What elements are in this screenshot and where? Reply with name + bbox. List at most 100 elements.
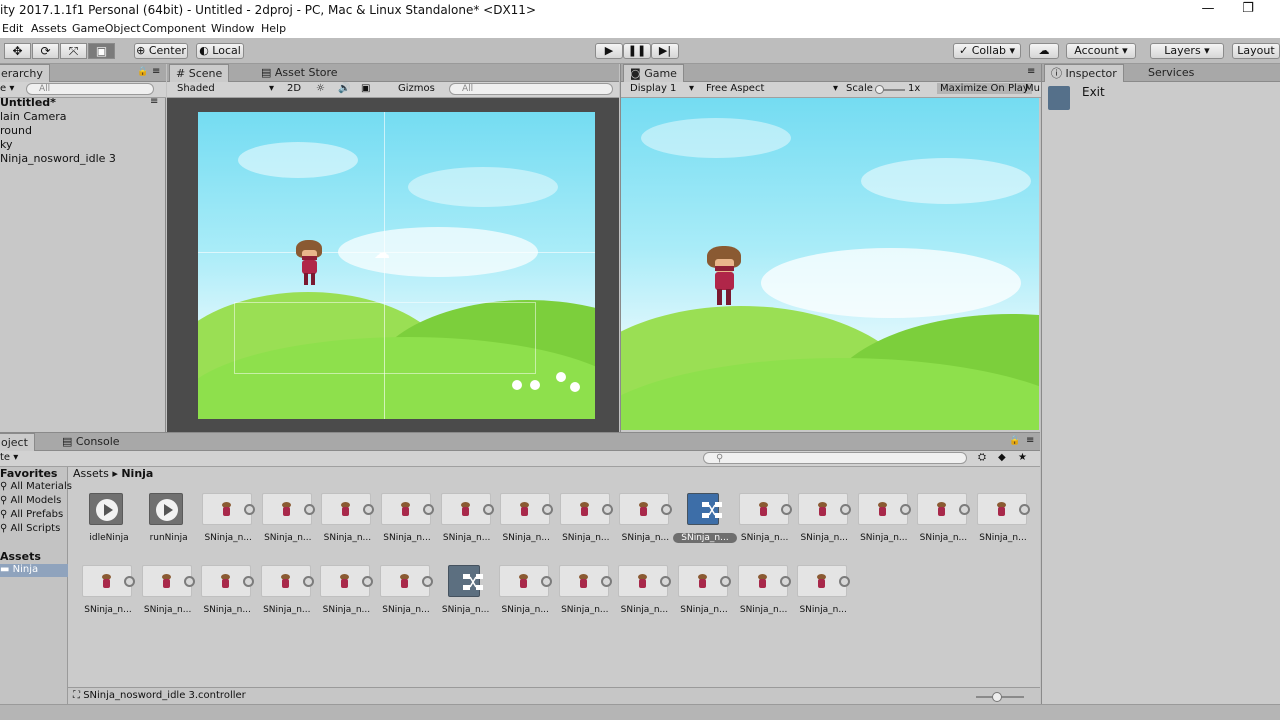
expand-sprite-icon[interactable] <box>423 504 434 515</box>
sprite-asset[interactable]: SNinja_n... <box>616 565 672 617</box>
filter-label-icon[interactable]: ◆ <box>998 452 1006 463</box>
expand-sprite-icon[interactable] <box>661 504 673 515</box>
scene-menu-icon[interactable]: ≡ <box>150 96 158 107</box>
sprite-asset[interactable]: SNinja_n... <box>259 565 315 617</box>
sprite-asset[interactable]: SNinja_n... <box>975 493 1031 545</box>
expand-sprite-icon[interactable] <box>959 504 971 515</box>
menu-icon[interactable]: ≡ <box>1026 435 1034 446</box>
game-viewport[interactable] <box>621 98 1039 430</box>
tab-asset-store[interactable]: ▤ Asset Store <box>255 64 344 82</box>
mute-audio-toggle[interactable]: Mu <box>1025 83 1040 94</box>
hierarchy-item-sky[interactable]: ky <box>0 138 13 151</box>
sprite-asset[interactable]: SNinja_n... <box>80 565 136 617</box>
expand-sprite-icon[interactable] <box>542 504 554 515</box>
expand-sprite-icon[interactable] <box>780 504 792 515</box>
expand-sprite-icon[interactable] <box>183 576 195 587</box>
favorite-all-models[interactable]: ⚲ All Models <box>0 495 61 506</box>
menu-help[interactable]: Help <box>261 22 286 35</box>
menu-icon[interactable]: ≡ <box>1027 66 1035 77</box>
pause-button[interactable]: ❚❚ <box>623 43 651 59</box>
hierarchy-item-ground[interactable]: round <box>0 124 32 137</box>
expand-sprite-icon[interactable] <box>302 576 314 587</box>
aspect-dropdown[interactable]: Free Aspect <box>706 83 764 94</box>
maximize-on-play-toggle[interactable]: Maximize On Play <box>937 83 1032 94</box>
expand-sprite-icon[interactable] <box>840 504 852 515</box>
tab-services[interactable]: Services <box>1142 64 1200 82</box>
favorite-all-prefabs[interactable]: ⚲ All Prefabs <box>0 509 63 520</box>
sprite-asset[interactable]: SNinja_n... <box>915 493 971 545</box>
expand-sprite-icon[interactable] <box>600 576 612 587</box>
animator-controller-asset[interactable]: SNinja_n... <box>438 565 494 617</box>
expand-sprite-icon[interactable] <box>899 504 911 515</box>
menu-gameobject[interactable]: GameObject <box>72 22 141 35</box>
effects-icon[interactable]: ▣ <box>361 83 370 94</box>
expand-sprite-icon[interactable] <box>482 504 494 515</box>
expand-sprite-icon[interactable] <box>660 576 672 587</box>
sprite-asset[interactable]: SNinja_n... <box>736 565 792 617</box>
tab-hierarchy[interactable]: erarchy <box>0 64 50 82</box>
sprite-asset[interactable]: SNinja_n... <box>200 493 256 545</box>
gizmos-dropdown[interactable]: Gizmos <box>398 83 435 94</box>
collab-dropdown[interactable]: ✓ Collab ▾ <box>953 43 1021 59</box>
rect-tool-icon[interactable]: ▣ <box>88 43 115 59</box>
breadcrumb-root[interactable]: Assets <box>73 467 109 480</box>
sprite-asset[interactable]: SNinja_n... <box>557 565 613 617</box>
expand-sprite-icon[interactable] <box>839 576 851 587</box>
move-tool-icon[interactable]: ✥ <box>4 43 31 59</box>
animation-clip-asset[interactable]: runNinja <box>141 493 197 545</box>
scene-search-input[interactable]: All <box>449 83 613 95</box>
ninja-sprite[interactable] <box>296 240 324 288</box>
expand-sprite-icon[interactable] <box>720 576 731 587</box>
camera-gizmo-icon[interactable]: ☁ <box>374 243 390 262</box>
expand-sprite-icon[interactable] <box>362 576 374 587</box>
hierarchy-search-input[interactable]: All <box>26 83 154 95</box>
sprite-asset[interactable]: SNinja_n... <box>737 493 793 545</box>
layers-dropdown[interactable]: Layers ▾ <box>1150 43 1224 59</box>
expand-sprite-icon[interactable] <box>244 504 256 515</box>
rotate-tool-icon[interactable]: ⟳ <box>32 43 59 59</box>
sprite-asset[interactable]: SNinja_n... <box>796 493 852 545</box>
create-dropdown[interactable]: te ▾ <box>0 452 18 463</box>
space-toggle[interactable]: ◐ Local <box>196 43 244 59</box>
tab-game[interactable]: ◙ Game <box>623 64 684 82</box>
scale-tool-icon[interactable]: ⤧ <box>60 43 87 59</box>
maximize-button[interactable]: ❐ <box>1238 1 1258 19</box>
expand-sprite-icon[interactable] <box>779 576 791 587</box>
sprite-asset[interactable]: SNinja_n... <box>199 565 255 617</box>
layout-dropdown[interactable]: Layout <box>1232 43 1280 59</box>
sprite-asset[interactable]: SNinja_n... <box>318 565 374 617</box>
icon-size-slider-handle[interactable] <box>992 692 1002 702</box>
sprite-asset[interactable]: SNinja_n... <box>558 493 614 545</box>
menu-component[interactable]: Component <box>142 22 206 35</box>
menu-window[interactable]: Window <box>211 22 254 35</box>
expand-sprite-icon[interactable] <box>601 504 613 515</box>
menu-edit[interactable]: Edit <box>2 22 23 35</box>
scene-root[interactable]: Untitled* <box>0 96 56 109</box>
mode-2d-toggle[interactable]: 2D <box>287 83 301 94</box>
create-dropdown[interactable]: e ▾ <box>0 83 14 94</box>
menu-icon[interactable]: ≡ <box>152 66 160 77</box>
sprite-asset[interactable]: SNinja_n... <box>676 565 732 617</box>
sprite-asset[interactable]: SNinja_n... <box>379 493 435 545</box>
tab-project[interactable]: oject <box>0 433 35 451</box>
account-dropdown[interactable]: Account ▾ <box>1066 43 1136 59</box>
filter-type-icon[interactable]: ⛭ <box>978 452 986 463</box>
expand-sprite-icon[interactable] <box>243 576 255 587</box>
step-button[interactable]: ▶| <box>651 43 679 59</box>
sprite-asset[interactable]: SNinja_n... <box>856 493 912 545</box>
play-button[interactable]: ▶ <box>595 43 623 59</box>
scale-slider-handle[interactable] <box>875 85 884 94</box>
tab-scene[interactable]: # Scene <box>169 64 230 82</box>
sprite-asset[interactable]: SNinja_n... <box>319 493 375 545</box>
folder-ninja[interactable]: ▬ Ninja <box>0 564 68 577</box>
favorite-all-scripts[interactable]: ⚲ All Scripts <box>0 523 60 534</box>
lock-icon[interactable]: 🔒 <box>1009 436 1020 446</box>
cloud-button[interactable]: ☁ <box>1029 43 1059 59</box>
light-icon[interactable]: ☼ <box>316 83 325 94</box>
favorite-star-icon[interactable]: ★ <box>1018 452 1027 463</box>
shading-dropdown[interactable]: Shaded <box>177 83 215 94</box>
project-search-input[interactable]: ⚲ <box>703 452 967 464</box>
hierarchy-item-ninja[interactable]: Ninja_nosword_idle 3 <box>0 152 116 165</box>
expand-sprite-icon[interactable] <box>541 576 553 587</box>
scene-viewport[interactable]: ☁ <box>167 98 619 432</box>
